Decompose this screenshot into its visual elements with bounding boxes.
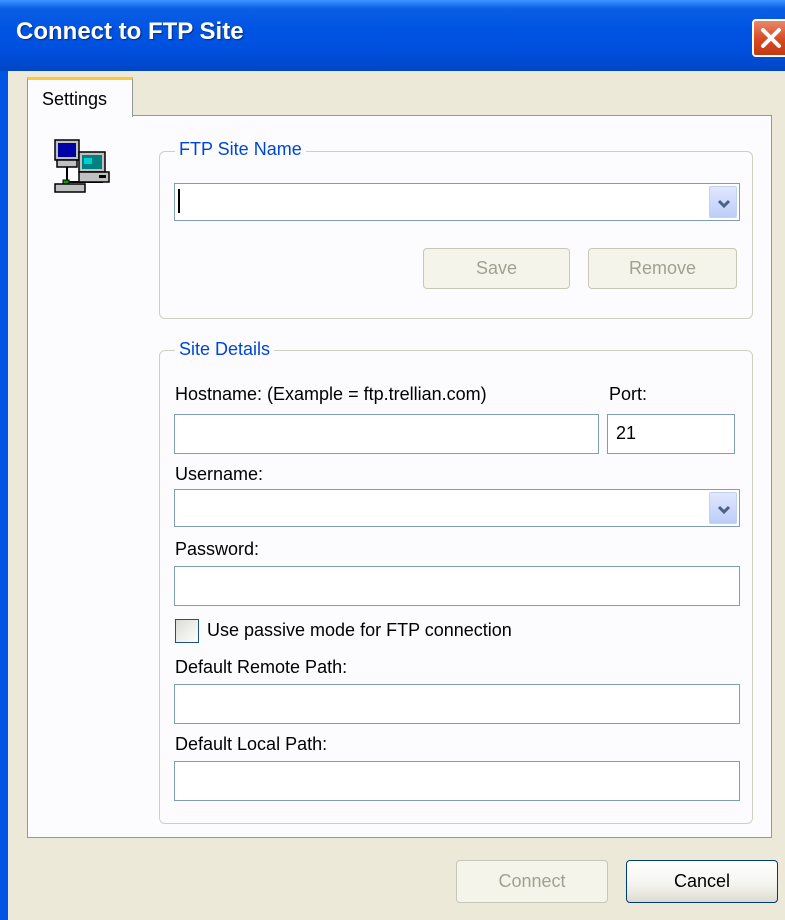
tab-settings-label: Settings (42, 89, 108, 109)
local-path-label: Default Local Path: (175, 734, 328, 754)
site-name-dropdown-button[interactable] (709, 186, 737, 218)
username-dropdown-button[interactable] (709, 492, 737, 524)
close-button[interactable] (752, 19, 785, 57)
tab-settings[interactable]: Settings (27, 77, 133, 117)
chevron-down-icon (717, 199, 731, 209)
site-name-legend: FTP Site Name (175, 139, 306, 160)
title-bar[interactable]: Connect to FTP Site (0, 0, 785, 71)
passive-mode-label[interactable]: Use passive mode for FTP connection (207, 620, 512, 641)
local-path-field[interactable] (174, 761, 740, 801)
site-name-combo[interactable] (174, 183, 740, 221)
remove-button[interactable]: Remove (588, 248, 737, 289)
site-details-legend: Site Details (175, 339, 275, 360)
cancel-button[interactable]: Cancel (626, 860, 778, 903)
text-cursor (178, 189, 180, 213)
window-frame (0, 71, 8, 920)
remote-path-label: Default Remote Path: (175, 657, 348, 677)
connect-button[interactable]: Connect (456, 860, 608, 903)
username-label: Username: (175, 464, 264, 484)
site-name-group (159, 151, 753, 319)
ftp-dialog: Connect to FTP Site Settings FTP Site Na… (0, 0, 785, 920)
port-label: Port: (609, 384, 648, 404)
port-field[interactable]: 21 (607, 414, 735, 454)
username-combo[interactable] (174, 489, 740, 527)
chevron-down-icon (717, 505, 731, 515)
hostname-field[interactable] (174, 414, 599, 454)
passive-mode-checkbox[interactable] (175, 619, 199, 643)
network-computers-icon (54, 139, 110, 193)
remote-path-field[interactable] (174, 684, 740, 724)
window-title: Connect to FTP Site (16, 18, 244, 45)
hostname-label: Hostname: (Example = ftp.trellian.com) (175, 384, 487, 404)
save-button[interactable]: Save (423, 248, 570, 289)
password-field[interactable] (174, 566, 740, 606)
close-icon (761, 28, 781, 48)
password-label: Password: (175, 539, 260, 559)
